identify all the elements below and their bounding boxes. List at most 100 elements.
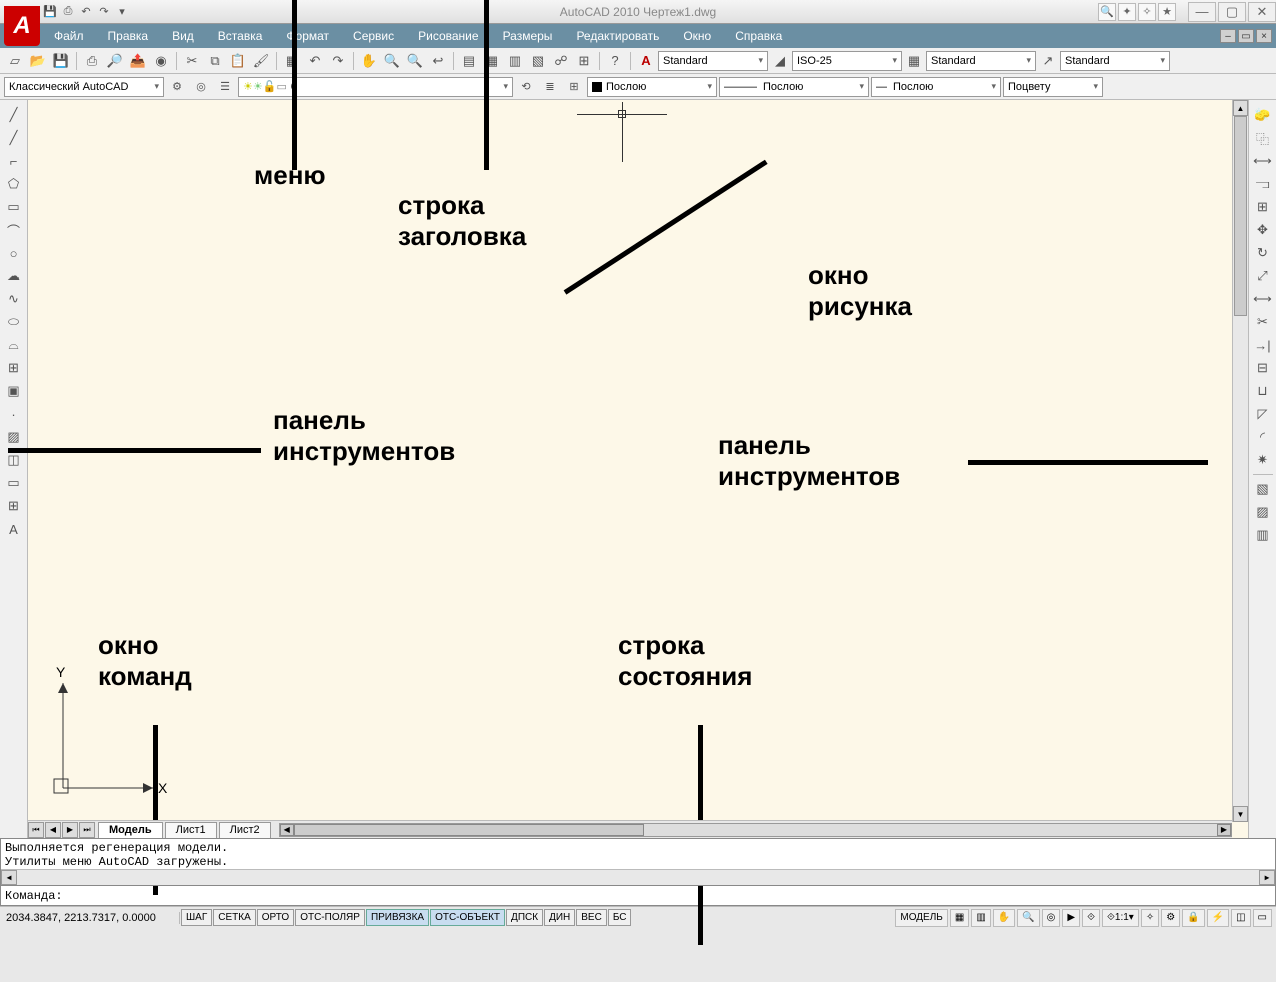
qat-more-icon[interactable]: ▾ — [114, 4, 130, 20]
join-icon[interactable]: ⊔ — [1251, 380, 1275, 402]
menu-window[interactable]: Окно — [671, 25, 723, 47]
mdi-restore[interactable]: ▭ — [1238, 29, 1254, 43]
scroll-track[interactable] — [17, 870, 1259, 885]
insert-icon[interactable]: ⊞ — [2, 357, 26, 379]
mdi-close[interactable]: × — [1256, 29, 1272, 43]
paste-icon[interactable]: 📋 — [227, 50, 249, 72]
explode-icon[interactable]: ✷ — [1251, 449, 1275, 471]
dimstyle-icon[interactable]: ◢ — [769, 50, 791, 72]
region-icon[interactable]: ▭ — [2, 472, 26, 494]
qat-print-icon[interactable]: ⎙ — [60, 4, 76, 20]
favorite-icon[interactable]: ★ — [1158, 3, 1176, 21]
toggle-ortho[interactable]: ОРТО — [257, 909, 294, 926]
zoom-status-icon[interactable]: 🔍 — [1017, 909, 1039, 927]
toggle-lwt[interactable]: ВЕС — [576, 909, 607, 926]
fillet-icon[interactable]: ◜ — [1251, 426, 1275, 448]
app-logo[interactable] — [4, 6, 40, 46]
3ddwf-icon[interactable]: ◉ — [150, 50, 172, 72]
linetype-combo[interactable]: ———Послою — [719, 77, 869, 97]
menu-insert[interactable]: Вставка — [206, 25, 275, 47]
cleanscreen-icon[interactable]: ▭ — [1253, 909, 1272, 927]
menu-tools[interactable]: Сервис — [341, 25, 406, 47]
stretch-icon[interactable]: ⟷ — [1251, 288, 1275, 310]
drawing-canvas[interactable]: X Y меню строка заголовка окно рисунка п… — [28, 100, 1248, 838]
dc-icon[interactable]: ▦ — [481, 50, 503, 72]
toggle-ducs[interactable]: ДПСК — [506, 909, 543, 926]
rotate-icon[interactable]: ↻ — [1251, 242, 1275, 264]
command-window[interactable]: Выполняется регенерация модели. Утилиты … — [0, 838, 1276, 886]
hardware-accel-icon[interactable]: ⚡ — [1207, 909, 1229, 927]
layer-prev-icon[interactable]: ⟲ — [515, 76, 537, 98]
gradient-icon[interactable]: ◫ — [2, 449, 26, 471]
menu-view[interactable]: Вид — [160, 25, 206, 47]
open-icon[interactable]: 📂 — [27, 50, 49, 72]
tab-next-icon[interactable]: ▶ — [62, 822, 78, 838]
toolpalette-icon[interactable]: ▥ — [504, 50, 526, 72]
matchprop-icon[interactable]: 🖌 — [250, 50, 272, 72]
scroll-up-icon[interactable]: ▲ — [1233, 100, 1248, 116]
extend-icon[interactable]: →| — [1251, 334, 1275, 356]
trim-icon[interactable]: ✂ — [1251, 311, 1275, 333]
revcloud-icon[interactable]: ☁ — [2, 265, 26, 287]
ws-switch-icon[interactable]: ⚙ — [1161, 909, 1180, 927]
hscroll-thumb[interactable] — [294, 824, 644, 836]
toggle-qp[interactable]: БС — [608, 909, 632, 926]
menu-dimension[interactable]: Размеры — [491, 25, 565, 47]
command-scrollbar[interactable]: ◀ ▶ — [1, 869, 1275, 885]
toolbar-lock-icon[interactable]: 🔒 — [1182, 909, 1204, 927]
scroll-right-icon[interactable]: ▶ — [1259, 870, 1275, 885]
copy-icon[interactable]: ⧉ — [204, 50, 226, 72]
undo-icon[interactable]: ↶ — [304, 50, 326, 72]
offset-icon[interactable]: ⫎ — [1251, 173, 1275, 195]
mirror-icon[interactable]: ⟷ — [1251, 150, 1275, 172]
draworder2-icon[interactable]: ▨ — [1251, 501, 1275, 523]
print-icon[interactable]: ⎙ — [81, 50, 103, 72]
rectangle-icon[interactable]: ▭ — [2, 196, 26, 218]
layers-icon[interactable]: ☰ — [214, 76, 236, 98]
qat-redo-icon[interactable]: ↷ — [96, 4, 112, 20]
chamfer-icon[interactable]: ◸ — [1251, 403, 1275, 425]
publish-icon[interactable]: 📤 — [127, 50, 149, 72]
isolate-icon[interactable]: ◫ — [1231, 909, 1250, 927]
toggle-grid[interactable]: СЕТКА — [213, 909, 256, 926]
polygon-icon[interactable]: ⬠ — [2, 173, 26, 195]
tab-first-icon[interactable]: ⏮ — [28, 822, 44, 838]
minimize-button[interactable]: — — [1188, 2, 1216, 22]
xline-icon[interactable]: ╱ — [2, 127, 26, 149]
menu-edit[interactable]: Правка — [96, 25, 161, 47]
save-icon[interactable]: 💾 — [50, 50, 72, 72]
anno-scale-icon[interactable]: ⟐ — [1082, 909, 1100, 927]
point-icon[interactable]: · — [2, 403, 26, 425]
zoom-rt-icon[interactable]: 🔍 — [381, 50, 403, 72]
textstyle-icon[interactable]: A — [635, 50, 657, 72]
anno-vis-icon[interactable]: ✧ — [1141, 909, 1159, 927]
scroll-right-icon[interactable]: ▶ — [1217, 824, 1231, 836]
layer-iso-icon[interactable]: ⊞ — [563, 76, 585, 98]
break-icon[interactable]: ⊟ — [1251, 357, 1275, 379]
coordinates-readout[interactable]: 2034.3847, 2213.7317, 0.0000 — [0, 912, 180, 924]
model-paper-toggle[interactable]: МОДЕЛЬ — [895, 909, 947, 927]
scroll-down-icon[interactable]: ▼ — [1233, 806, 1248, 822]
tab-sheet2[interactable]: Лист2 — [219, 822, 271, 838]
draworder3-icon[interactable]: ▥ — [1251, 524, 1275, 546]
menu-help[interactable]: Справка — [723, 25, 794, 47]
markup-icon[interactable]: ☍ — [550, 50, 572, 72]
lineweight-combo[interactable]: —Послою — [871, 77, 1001, 97]
mleaderstyle-icon[interactable]: ↗ — [1037, 50, 1059, 72]
scroll-thumb[interactable] — [1234, 116, 1247, 316]
showmotion-icon[interactable]: ▶ — [1062, 909, 1080, 927]
circle-icon[interactable]: ○ — [2, 242, 26, 264]
new-icon[interactable]: ▱ — [4, 50, 26, 72]
cut-icon[interactable]: ✂ — [181, 50, 203, 72]
sheetset-icon[interactable]: ▧ — [527, 50, 549, 72]
tab-prev-icon[interactable]: ◀ — [45, 822, 61, 838]
menu-modify[interactable]: Редактировать — [564, 25, 671, 47]
line-icon[interactable]: ╱ — [2, 104, 26, 126]
table-icon[interactable]: ⊞ — [2, 495, 26, 517]
help-icon[interactable]: ? — [604, 50, 626, 72]
redo-icon[interactable]: ↷ — [327, 50, 349, 72]
toggle-snap[interactable]: ШАГ — [181, 909, 212, 926]
tab-sheet1[interactable]: Лист1 — [165, 822, 217, 838]
toggle-osnap[interactable]: ПРИВЯЗКА — [366, 909, 429, 926]
block-icon[interactable]: ▦ — [281, 50, 303, 72]
